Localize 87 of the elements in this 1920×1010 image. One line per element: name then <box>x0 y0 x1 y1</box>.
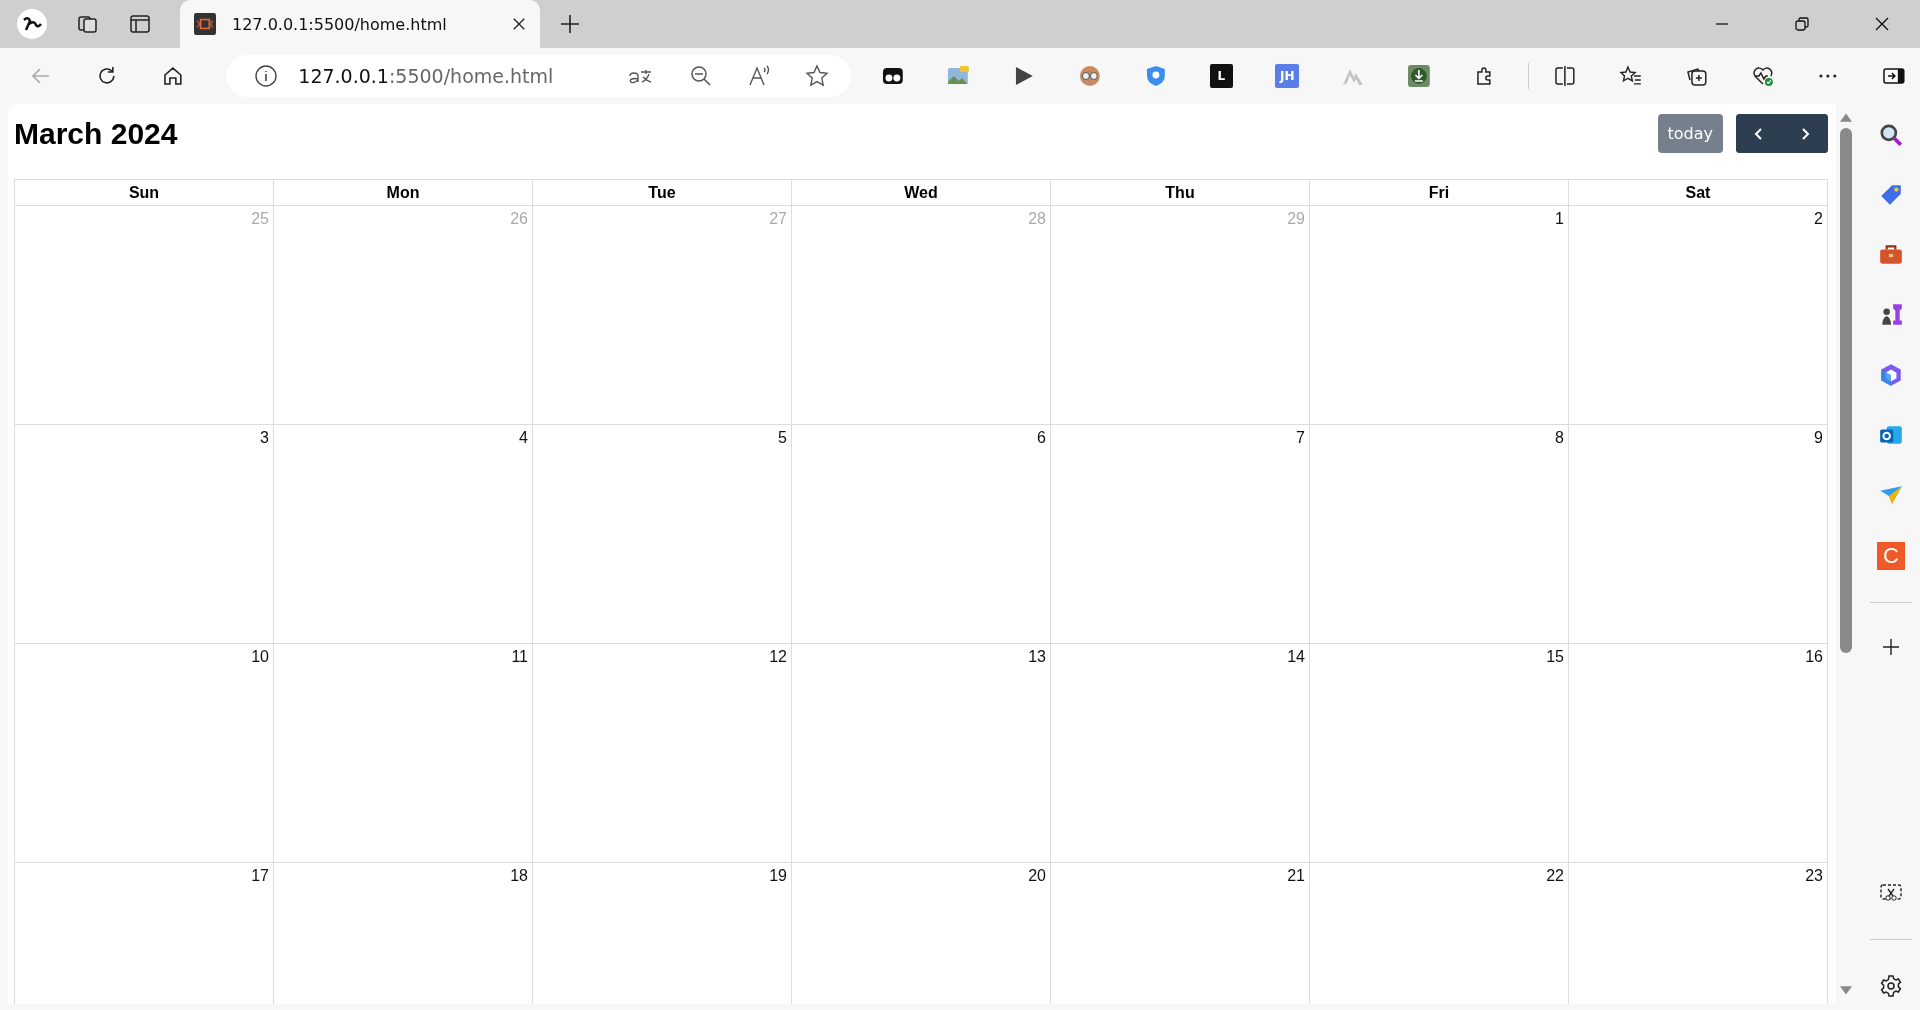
day-cell[interactable]: 17 <box>15 863 274 1004</box>
day-number: 17 <box>251 867 269 885</box>
day-number: 7 <box>1296 429 1305 447</box>
scroll-up-icon[interactable] <box>1840 112 1852 122</box>
health-icon[interactable] <box>1750 64 1775 88</box>
close-icon[interactable] <box>1874 16 1890 32</box>
day-cell[interactable]: 20 <box>792 863 1051 1004</box>
weekday-header: Tue <box>533 180 792 206</box>
day-cell[interactable]: 9 <box>1569 425 1828 644</box>
day-number: 16 <box>1805 648 1823 666</box>
day-number: 5 <box>778 429 787 447</box>
url-text: 127.0.0.1:5500/home.html <box>298 65 554 87</box>
zoom-out-icon[interactable] <box>688 64 713 88</box>
day-cell[interactable]: 7 <box>1051 425 1310 644</box>
day-number: 25 <box>251 210 269 228</box>
weekday-header: Wed <box>792 180 1051 206</box>
day-cell[interactable]: 10 <box>15 644 274 863</box>
day-number: 12 <box>769 648 787 666</box>
extension-icon[interactable]: JH <box>1275 64 1300 88</box>
day-cell[interactable]: 5 <box>533 425 792 644</box>
day-number: 23 <box>1805 867 1823 885</box>
day-number: 18 <box>510 867 528 885</box>
weekday-header: Thu <box>1051 180 1310 206</box>
hexagon-logo-icon[interactable] <box>1878 362 1904 388</box>
day-number: 20 <box>1028 867 1046 885</box>
profile-icon[interactable] <box>16 8 48 40</box>
tab-title: 127.0.0.1:5500/home.html <box>232 14 448 34</box>
favorites-icon[interactable] <box>1619 64 1643 88</box>
day-number: 3 <box>260 429 269 447</box>
day-cell[interactable]: 2 <box>1569 206 1828 425</box>
day-cell[interactable]: 19 <box>533 863 792 1004</box>
day-number: 27 <box>769 210 787 228</box>
favorite-star-icon[interactable] <box>804 64 829 88</box>
day-cell[interactable]: 23 <box>1569 863 1828 1004</box>
restore-icon[interactable] <box>1794 16 1810 32</box>
browser-tab[interactable]: 127.0.0.1:5500/home.html <box>180 0 540 48</box>
site-favicon <box>194 13 216 35</box>
day-cell[interactable]: 21 <box>1051 863 1310 1004</box>
glasses-icon[interactable] <box>1078 64 1102 88</box>
calendar-title: March 2024 <box>14 116 178 151</box>
scroll-down-icon[interactable] <box>1840 986 1852 996</box>
day-number: 4 <box>519 429 528 447</box>
day-number: 15 <box>1546 648 1564 666</box>
info-icon[interactable] <box>254 64 279 88</box>
day-number: 14 <box>1287 648 1305 666</box>
day-number: 8 <box>1555 429 1564 447</box>
close-tab-icon[interactable] <box>512 17 526 31</box>
day-number: 10 <box>251 648 269 666</box>
day-cell[interactable]: 13 <box>792 644 1051 863</box>
day-cell[interactable]: 22 <box>1310 863 1569 1004</box>
day-cell[interactable]: 15 <box>1310 644 1569 863</box>
day-cell[interactable]: 11 <box>274 644 533 863</box>
day-number: 9 <box>1814 429 1823 447</box>
day-number: 26 <box>510 210 528 228</box>
day-cell[interactable]: 4 <box>274 425 533 644</box>
address-bar[interactable]: 127.0.0.1:5500/home.html <box>226 55 851 97</box>
search-icon[interactable] <box>1878 122 1904 148</box>
day-number: 19 <box>769 867 787 885</box>
day-number: 29 <box>1287 210 1305 228</box>
weekday-header: Sun <box>15 180 274 206</box>
day-cell[interactable]: 12 <box>533 644 792 863</box>
day-number: 6 <box>1037 429 1046 447</box>
download-icon[interactable] <box>1406 64 1431 88</box>
day-number: 11 <box>511 648 528 666</box>
read-aloud-icon[interactable] <box>746 64 771 88</box>
day-cell[interactable]: 6 <box>792 425 1051 644</box>
day-cell[interactable]: 3 <box>15 425 274 644</box>
extension-icon[interactable]: L <box>1209 64 1234 88</box>
day-number: 22 <box>1546 867 1564 885</box>
day-cell[interactable]: 16 <box>1569 644 1828 863</box>
tab-actions-icon[interactable] <box>128 12 152 36</box>
day-cell[interactable]: 18 <box>274 863 533 1004</box>
weekday-header: Sat <box>1569 180 1828 206</box>
day-cell[interactable]: 8 <box>1310 425 1569 644</box>
day-cell[interactable]: 1 <box>1310 206 1569 425</box>
day-number: 2 <box>1814 210 1823 228</box>
day-cell[interactable]: 14 <box>1051 644 1310 863</box>
day-number: 28 <box>1028 210 1046 228</box>
weekday-header: Mon <box>274 180 533 206</box>
add-icon[interactable] <box>1881 637 1901 657</box>
new-tab-icon[interactable] <box>560 14 580 34</box>
day-number: 1 <box>1555 210 1564 228</box>
weekday-header: Fri <box>1310 180 1569 206</box>
split-screen-icon[interactable] <box>1553 64 1578 88</box>
day-number: 21 <box>1287 867 1305 885</box>
settings-icon[interactable] <box>1879 974 1903 998</box>
day-number: 13 <box>1028 648 1046 666</box>
